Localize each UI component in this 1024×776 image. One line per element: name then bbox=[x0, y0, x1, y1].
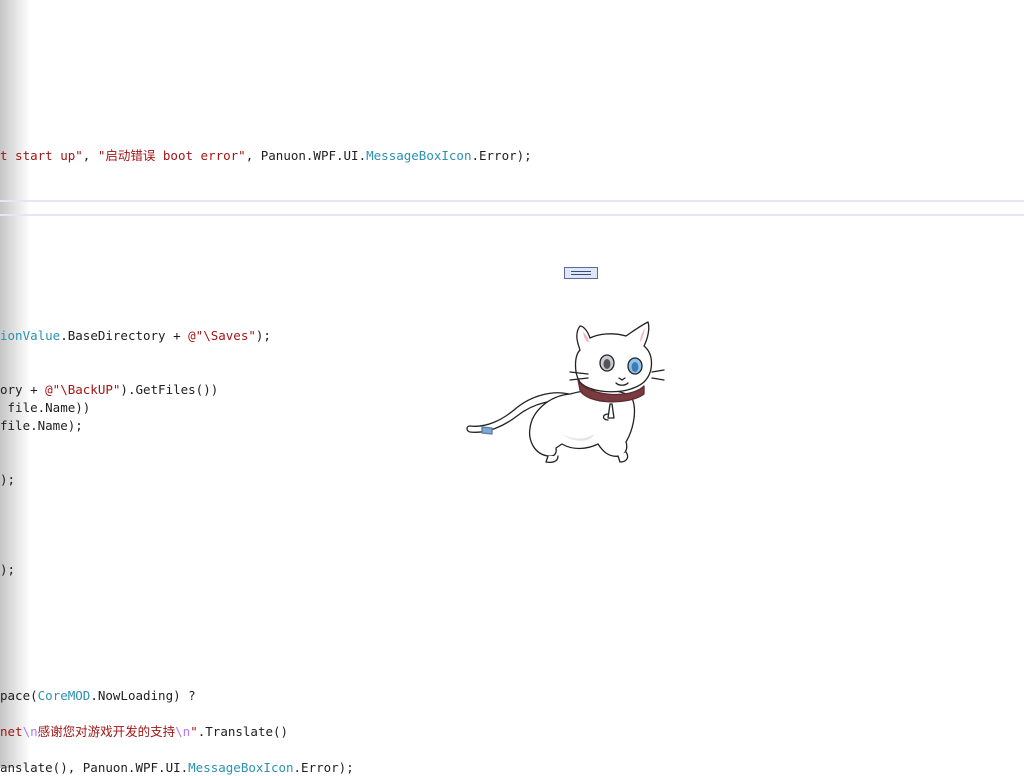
code-line: net\n感谢您对游戏开发的支持\n".Translate() bbox=[0, 724, 288, 740]
code-token: net bbox=[0, 724, 23, 739]
code-token: \n bbox=[22, 724, 38, 739]
code-line: anslate(), Panuon.WPF.UI.MessageBoxIcon.… bbox=[0, 760, 354, 776]
pet-menu-button[interactable] bbox=[564, 267, 598, 279]
code-token: 感谢您对游戏开发的支持 bbox=[37, 724, 176, 739]
code-token: CoreMOD bbox=[37, 688, 91, 703]
code-token: @"\BackUP" bbox=[45, 382, 121, 397]
editor-divider bbox=[0, 214, 1024, 216]
code-token: \n bbox=[175, 724, 191, 739]
cat-pet[interactable] bbox=[462, 316, 668, 466]
code-token: ); bbox=[0, 562, 16, 577]
code-token: @"\Saves" bbox=[188, 328, 256, 343]
code-token: ory + bbox=[0, 382, 46, 397]
code-token: , bbox=[82, 148, 98, 163]
cat-head bbox=[574, 321, 653, 393]
code-line: pace(CoreMOD.NowLoading) ? bbox=[0, 688, 196, 704]
code-token: ).GetFiles()) bbox=[120, 382, 219, 397]
minimize-bar-icon bbox=[571, 271, 591, 272]
code-token: file.Name); bbox=[0, 418, 83, 433]
cat-leg bbox=[545, 455, 559, 463]
code-line: t start up", "启动错误 boot error", Panuon.W… bbox=[0, 148, 532, 164]
code-token: "启动错误 boot error" bbox=[97, 148, 246, 163]
code-token: .Translate() bbox=[197, 724, 289, 739]
code-token: ionValue bbox=[0, 328, 61, 343]
code-token: .Error); bbox=[471, 148, 532, 163]
code-token: , Panuon.WPF.UI. bbox=[245, 148, 367, 163]
code-line: ionValue.BaseDirectory + @"\Saves"); bbox=[0, 328, 271, 344]
code-token: ); bbox=[255, 328, 271, 343]
code-token: ); bbox=[0, 472, 16, 487]
code-line: ory + @"\BackUP").GetFiles()) bbox=[0, 382, 218, 398]
cat-icon bbox=[466, 321, 665, 463]
minimize-bar-icon bbox=[571, 274, 591, 275]
code-token: file.Name)) bbox=[0, 400, 91, 415]
code-line: file.Name); bbox=[0, 418, 83, 434]
code-token: .BaseDirectory + bbox=[60, 328, 189, 343]
code-token: t start up" bbox=[0, 148, 83, 163]
code-line: ); bbox=[0, 472, 15, 488]
editor-divider bbox=[0, 200, 1024, 202]
code-token: .NowLoading) ? bbox=[90, 688, 196, 703]
code-line: file.Name)) bbox=[0, 400, 91, 416]
code-token: " bbox=[190, 724, 198, 739]
code-token: pace( bbox=[0, 688, 38, 703]
code-token: MessageBoxIcon bbox=[366, 148, 472, 163]
code-line: ); bbox=[0, 562, 15, 578]
